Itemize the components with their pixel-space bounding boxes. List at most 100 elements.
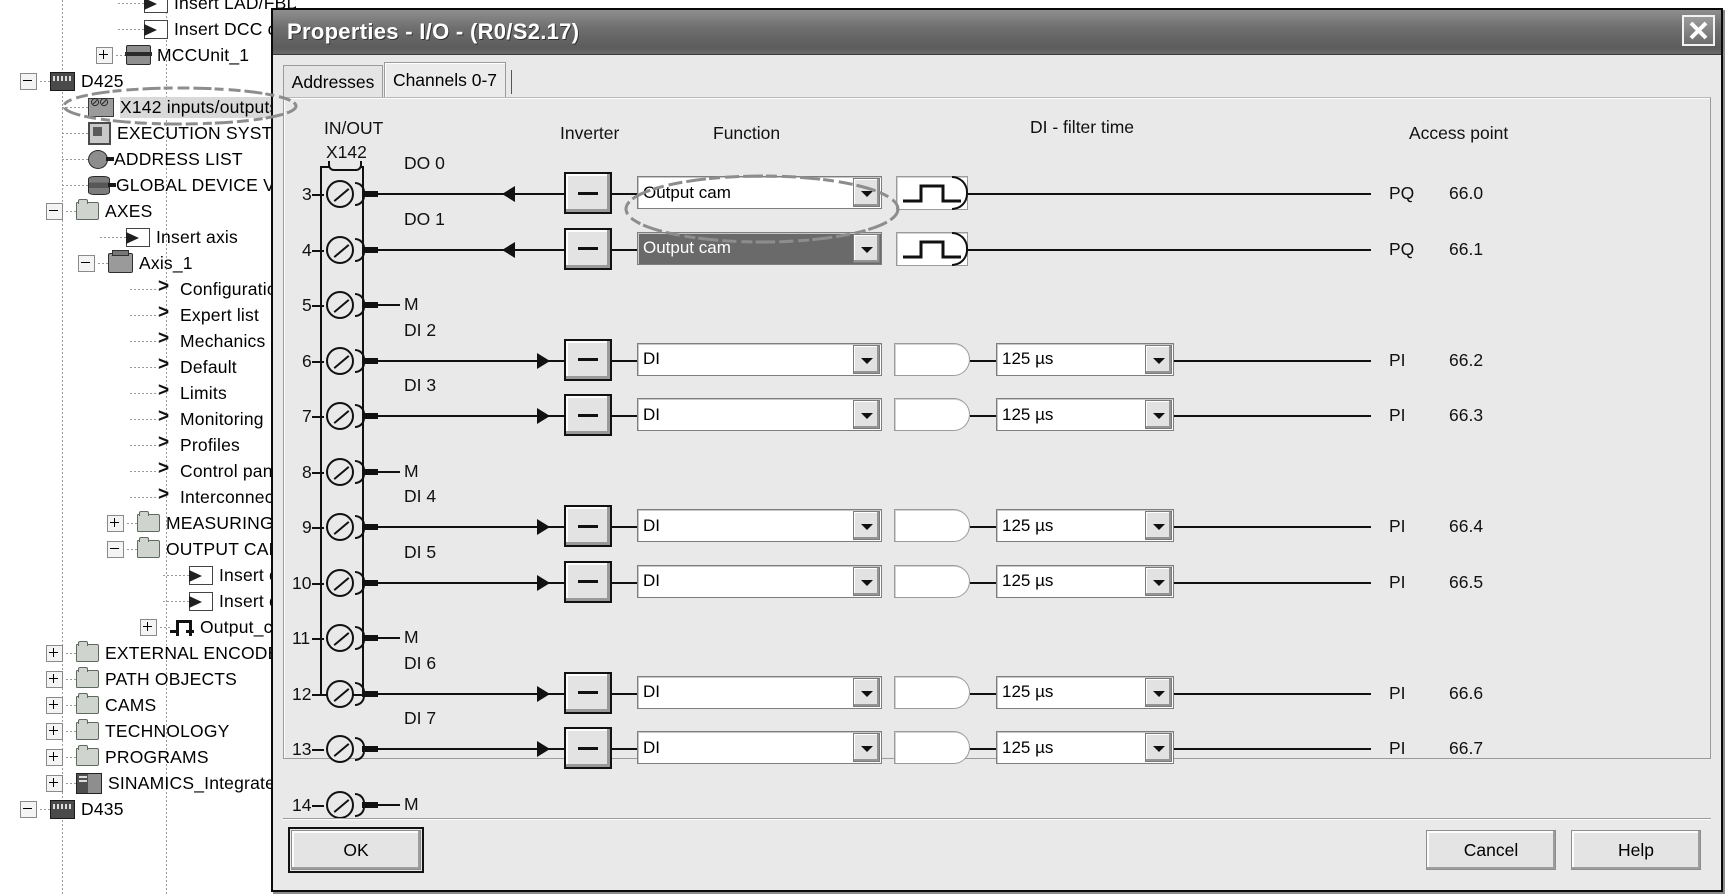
ok-button[interactable]: OK	[288, 827, 424, 873]
filter-time-combo-di-4[interactable]: 125 µs	[996, 509, 1174, 542]
function-combo-di-7[interactable]: DI	[637, 731, 882, 764]
function-combo-di-6[interactable]: DI	[637, 675, 882, 709]
tree-item-measuring-i[interactable]: MEASURING I	[0, 510, 296, 536]
tree-item-mccunit-1[interactable]: MCCUnit_1	[0, 42, 296, 68]
expand-icon[interactable]	[107, 514, 124, 532]
chevron-down-icon[interactable]	[1145, 344, 1172, 374]
tree-item-axis-1[interactable]: Axis_1	[0, 250, 296, 276]
tree-item-path-objects[interactable]: PATH OBJECTS	[0, 666, 296, 692]
chevron-down-icon[interactable]	[853, 733, 880, 762]
dialog-title-bar[interactable]: Properties - I/O - (R0/S2.17)	[273, 10, 1721, 55]
terminal-lead	[312, 693, 324, 696]
tree-item-d425[interactable]: D425	[0, 68, 296, 94]
tree-item-interconnections[interactable]: Interconnections	[0, 484, 296, 510]
tree-item-output-c[interactable]: Output_c	[0, 614, 296, 640]
chevron-down-icon[interactable]	[1145, 677, 1172, 707]
expand-icon[interactable]	[140, 618, 157, 636]
chevron-down-icon[interactable]	[853, 178, 880, 207]
function-combo-di-2[interactable]: DI	[637, 342, 882, 376]
chevron-down-icon[interactable]	[853, 233, 880, 263]
chevron-down-icon[interactable]	[1145, 733, 1172, 762]
tree-item-technology[interactable]: TECHNOLOGY	[0, 718, 296, 744]
function-combo-do-0[interactable]: Output cam	[637, 176, 882, 209]
tab-addresses[interactable]: Addresses	[283, 65, 383, 98]
tree-item-label: PATH OBJECTS	[105, 668, 238, 689]
help-button[interactable]: Help	[1571, 830, 1701, 870]
tree-item-label: AXES	[105, 200, 153, 221]
function-combo-di-5[interactable]: DI	[637, 564, 882, 598]
cancel-button[interactable]: Cancel	[1426, 830, 1556, 870]
collapse-icon[interactable]	[20, 800, 37, 818]
tree-item-insert-cam[interactable]: Insert cam	[0, 588, 296, 614]
chevron-down-icon[interactable]	[1145, 400, 1172, 429]
expand-icon[interactable]	[46, 722, 63, 740]
chevron-down-icon[interactable]	[1145, 511, 1172, 540]
tree-item-expert-list[interactable]: Expert list	[0, 302, 296, 328]
close-icon[interactable]	[1682, 15, 1715, 46]
collapse-icon[interactable]	[46, 202, 63, 220]
expand-icon[interactable]	[46, 670, 63, 688]
collapse-icon[interactable]	[107, 540, 124, 558]
filter-time-combo-di-2[interactable]: 125 µs	[996, 342, 1174, 376]
tree-item-profiles[interactable]: Profiles	[0, 432, 296, 458]
tree-item-output-cams[interactable]: OUTPUT CAMS	[0, 536, 296, 562]
inverter-button-di-7[interactable]	[564, 727, 612, 769]
wire-connector-to-filter-di-3	[970, 415, 996, 417]
tree-item-monitoring[interactable]: Monitoring	[0, 406, 296, 432]
tree-item-insert-dcc-chart[interactable]: Insert DCC chart	[0, 16, 296, 42]
tree-item-configuration[interactable]: Configuration	[0, 276, 296, 302]
expand-icon[interactable]	[46, 696, 63, 714]
inverter-button-di-2[interactable]	[564, 338, 612, 381]
tab-strip[interactable]: Addresses Channels 0-7	[283, 62, 1711, 98]
filter-time-combo-di-3[interactable]: 125 µs	[996, 398, 1174, 431]
filter-time-combo-di-5[interactable]: 125 µs	[996, 564, 1174, 598]
tree-item-external-encoder[interactable]: EXTERNAL ENCODER	[0, 640, 296, 666]
wire-to-access-point-do-0	[968, 193, 1371, 195]
tree-item-d435[interactable]: D435	[0, 796, 296, 822]
tree-connector	[66, 678, 76, 680]
expand-icon[interactable]	[46, 774, 63, 792]
project-tree[interactable]: Insert LAD/FBD diaInsert DCC chartMCCUni…	[0, 0, 296, 896]
filter-time-combo-di-7[interactable]: 125 µs	[996, 731, 1174, 764]
tree-item-address-list[interactable]: ADDRESS LIST	[0, 146, 296, 172]
tree-item-sinamics-integrated[interactable]: SINAMICS_Integrated	[0, 770, 296, 796]
expand-icon[interactable]	[96, 46, 113, 64]
inverter-button-do-0[interactable]	[564, 172, 612, 214]
inverter-button-di-3[interactable]	[564, 394, 612, 436]
tree-item-x142-inputs-outputs[interactable]: X142 inputs/outputs	[0, 94, 296, 120]
filter-time-combo-di-6[interactable]: 125 µs	[996, 675, 1174, 709]
tree-item-limits[interactable]: Limits	[0, 380, 296, 406]
chevron-down-icon[interactable]	[853, 566, 880, 596]
tree-item-global-device-vari[interactable]: GLOBAL DEVICE VARI	[0, 172, 296, 198]
tree-item-mechanics[interactable]: Mechanics	[0, 328, 296, 354]
inverter-button-do-1[interactable]	[564, 227, 612, 270]
tree-item-insert-out[interactable]: Insert out	[0, 562, 296, 588]
chevron-down-icon[interactable]	[1145, 566, 1172, 596]
direction-arrow-do-1	[502, 241, 515, 258]
collapse-icon[interactable]	[78, 254, 95, 272]
tree-item-cams[interactable]: CAMS	[0, 692, 296, 718]
terminal-stub	[362, 246, 378, 253]
inverter-button-di-4[interactable]	[564, 505, 612, 547]
tree-item-execution-system[interactable]: EXECUTION SYSTEM	[0, 120, 296, 146]
chevron-down-icon[interactable]	[853, 677, 880, 707]
tree-item-programs[interactable]: PROGRAMS	[0, 744, 296, 770]
inverter-button-di-5[interactable]	[564, 560, 612, 603]
tree-item-default[interactable]: Default	[0, 354, 296, 380]
function-combo-do-1[interactable]: Output cam	[637, 231, 882, 265]
inverter-button-di-6[interactable]	[564, 671, 612, 714]
collapse-icon[interactable]	[20, 72, 37, 90]
expand-icon[interactable]	[46, 748, 63, 766]
tree-item-insert-axis[interactable]: Insert axis	[0, 224, 296, 250]
chevron-down-icon[interactable]	[853, 400, 880, 429]
tree-item-control-panel[interactable]: Control panel	[0, 458, 296, 484]
chevron-down-icon[interactable]	[853, 511, 880, 540]
tree-item-label: TECHNOLOGY	[105, 720, 230, 741]
tab-channels-0-7[interactable]: Channels 0-7	[384, 62, 506, 98]
tree-item-axes[interactable]: AXES	[0, 198, 296, 224]
function-combo-di-3[interactable]: DI	[637, 398, 882, 431]
function-combo-di-4[interactable]: DI	[637, 509, 882, 542]
chevron-down-icon[interactable]	[853, 344, 880, 374]
expand-icon[interactable]	[46, 644, 63, 662]
tree-item-insert-lad-fbd-dia[interactable]: Insert LAD/FBD dia	[0, 0, 296, 16]
